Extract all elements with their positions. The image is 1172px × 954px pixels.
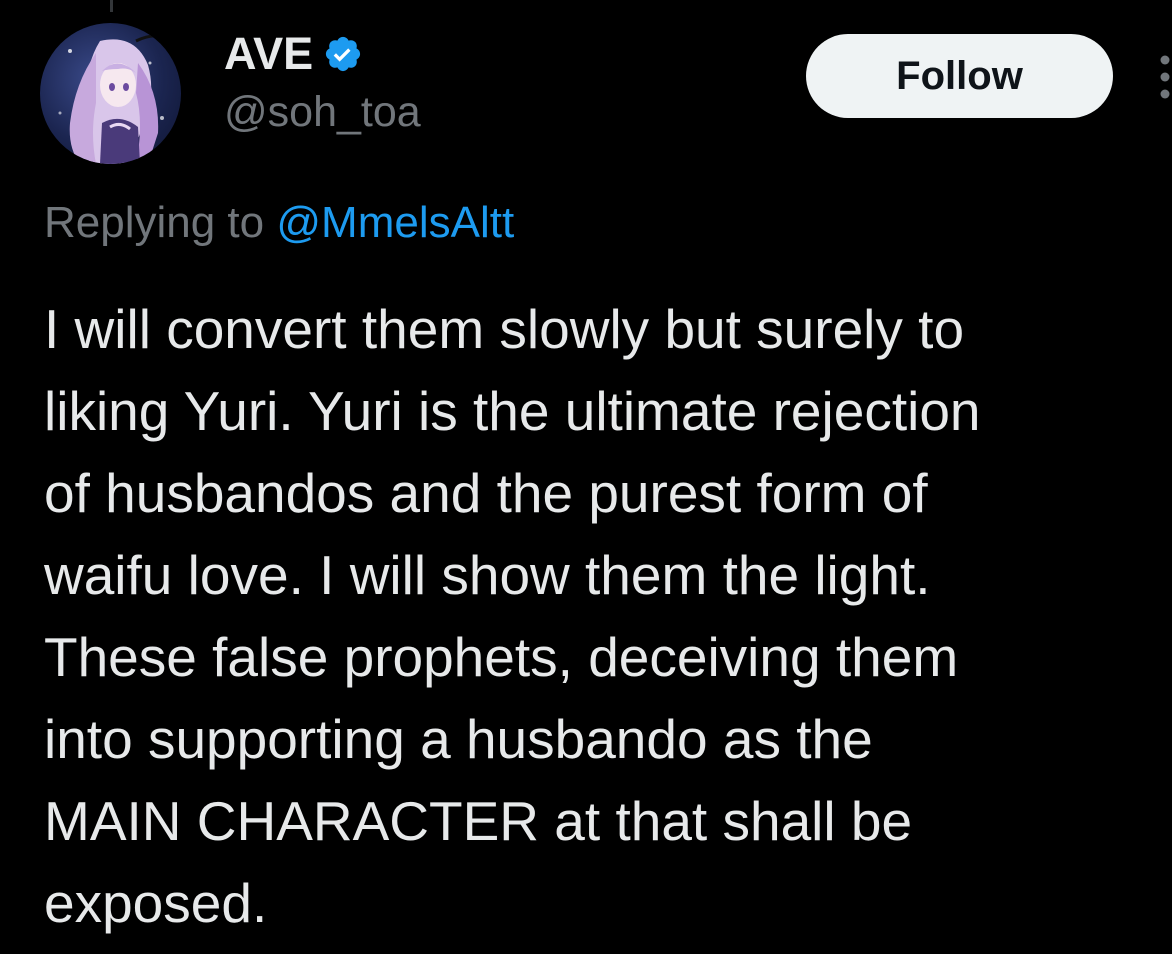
tweet-text-line: into supporting a husbando as the <box>44 708 873 770</box>
reply-context: Replying to @MmelsAltt <box>44 198 514 248</box>
avatar-image <box>58 34 179 164</box>
author-display-name[interactable]: AVE <box>224 28 313 80</box>
avatar[interactable] <box>40 23 181 164</box>
tweet-text: I will convert them slowly but surely to… <box>44 288 1164 944</box>
reply-context-prefix: Replying to <box>44 198 265 247</box>
tweet-text-line: exposed. <box>44 872 268 934</box>
thread-connector-line <box>110 0 113 12</box>
reply-mention-link[interactable]: @MmelsAltt <box>276 198 514 247</box>
author-name-row: AVE <box>224 28 363 80</box>
tweet-text-line: MAIN CHARACTER at that shall be <box>44 790 913 852</box>
tweet-text-line: These false prophets, deceiving them <box>44 626 959 688</box>
tweet-text-line: I will convert them slowly but surely to <box>44 298 965 360</box>
more-vertical-icon[interactable] <box>1158 55 1172 99</box>
tweet-text-line: liking Yuri. Yuri is the ultimate reject… <box>44 380 981 442</box>
follow-button[interactable]: Follow <box>806 34 1113 118</box>
author-handle[interactable]: @soh_toa <box>224 88 421 137</box>
tweet-text-line: of husbandos and the purest form of <box>44 462 928 524</box>
verified-badge-icon <box>323 34 363 74</box>
tweet-text-line: waifu love. I will show them the light. <box>44 544 931 606</box>
